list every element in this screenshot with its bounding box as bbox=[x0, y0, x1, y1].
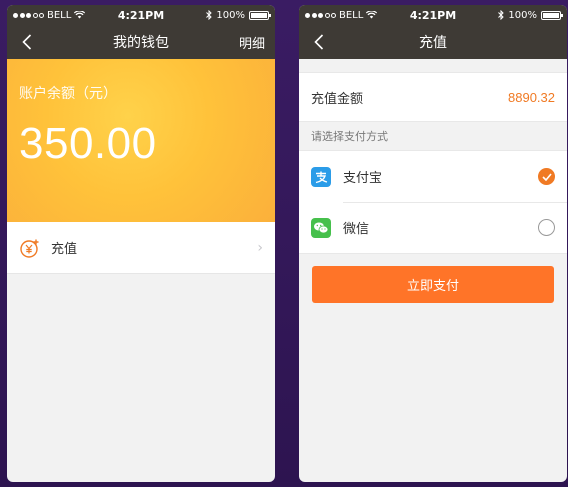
payment-option-alipay[interactable]: 支付宝 bbox=[299, 151, 567, 202]
bluetooth-icon bbox=[498, 10, 505, 20]
alipay-icon bbox=[311, 166, 331, 187]
page-title: 充值 bbox=[419, 35, 447, 51]
radio-unchecked-icon[interactable] bbox=[538, 219, 555, 236]
nav-bar: 充值 bbox=[299, 25, 567, 59]
payment-option-label: 支付宝 bbox=[343, 171, 383, 186]
battery-percent: 100% bbox=[216, 9, 245, 21]
bluetooth-icon bbox=[206, 10, 213, 20]
payment-option-wechat[interactable]: 微信 bbox=[299, 202, 567, 253]
battery-icon bbox=[541, 10, 563, 20]
signal-strength-icon bbox=[305, 12, 336, 18]
recharge-amount-value: 8890.32 bbox=[508, 89, 555, 105]
chevron-left-icon bbox=[314, 34, 324, 50]
wallet-screen: BELL 4:21PM 100% 我的钱包 明细 账户余额（元） 350.00 bbox=[7, 5, 275, 482]
status-bar: BELL 4:21PM 100% bbox=[7, 5, 275, 25]
balance-card: 账户余额（元） 350.00 bbox=[7, 59, 275, 222]
payment-section-header: 请选择支付方式 bbox=[311, 130, 388, 143]
menu-item-label: 充值 bbox=[51, 242, 78, 257]
recharge-amount-row: 充值金额 8890.32 bbox=[299, 72, 567, 122]
status-bar: BELL 4:21PM 100% bbox=[299, 5, 567, 25]
payment-method-list: 支付宝 微信 bbox=[299, 150, 567, 254]
carrier-name: BELL bbox=[339, 9, 364, 21]
balance-label: 账户余额（元） bbox=[19, 86, 117, 102]
radio-checked-icon[interactable] bbox=[538, 168, 555, 185]
yuan-plus-icon bbox=[20, 239, 39, 258]
recharge-screen: BELL 4:21PM 100% 充值 充值金额 8890.32 请选择支付方式… bbox=[299, 5, 567, 482]
chevron-left-icon bbox=[22, 34, 32, 50]
nav-bar: 我的钱包 明细 bbox=[7, 25, 275, 59]
carrier-name: BELL bbox=[47, 9, 72, 21]
menu-item-recharge[interactable]: 充值 › bbox=[7, 222, 275, 274]
balance-amount: 350.00 bbox=[19, 119, 157, 168]
page-title: 我的钱包 bbox=[113, 35, 169, 51]
wifi-icon bbox=[74, 11, 86, 19]
recharge-amount-label: 充值金额 bbox=[311, 91, 364, 107]
back-button[interactable] bbox=[17, 30, 37, 54]
battery-percent: 100% bbox=[508, 9, 537, 21]
wifi-icon bbox=[366, 11, 378, 19]
details-button[interactable]: 明细 bbox=[239, 33, 265, 52]
chevron-right-icon: › bbox=[257, 239, 263, 256]
battery-icon bbox=[249, 10, 271, 20]
wechat-icon bbox=[311, 217, 331, 238]
payment-option-label: 微信 bbox=[343, 222, 370, 237]
carrier-signal: BELL bbox=[13, 9, 86, 21]
signal-strength-icon bbox=[13, 12, 44, 18]
carrier-signal: BELL bbox=[305, 9, 378, 21]
back-button[interactable] bbox=[309, 30, 329, 54]
pay-now-button[interactable]: 立即支付 bbox=[312, 266, 554, 303]
